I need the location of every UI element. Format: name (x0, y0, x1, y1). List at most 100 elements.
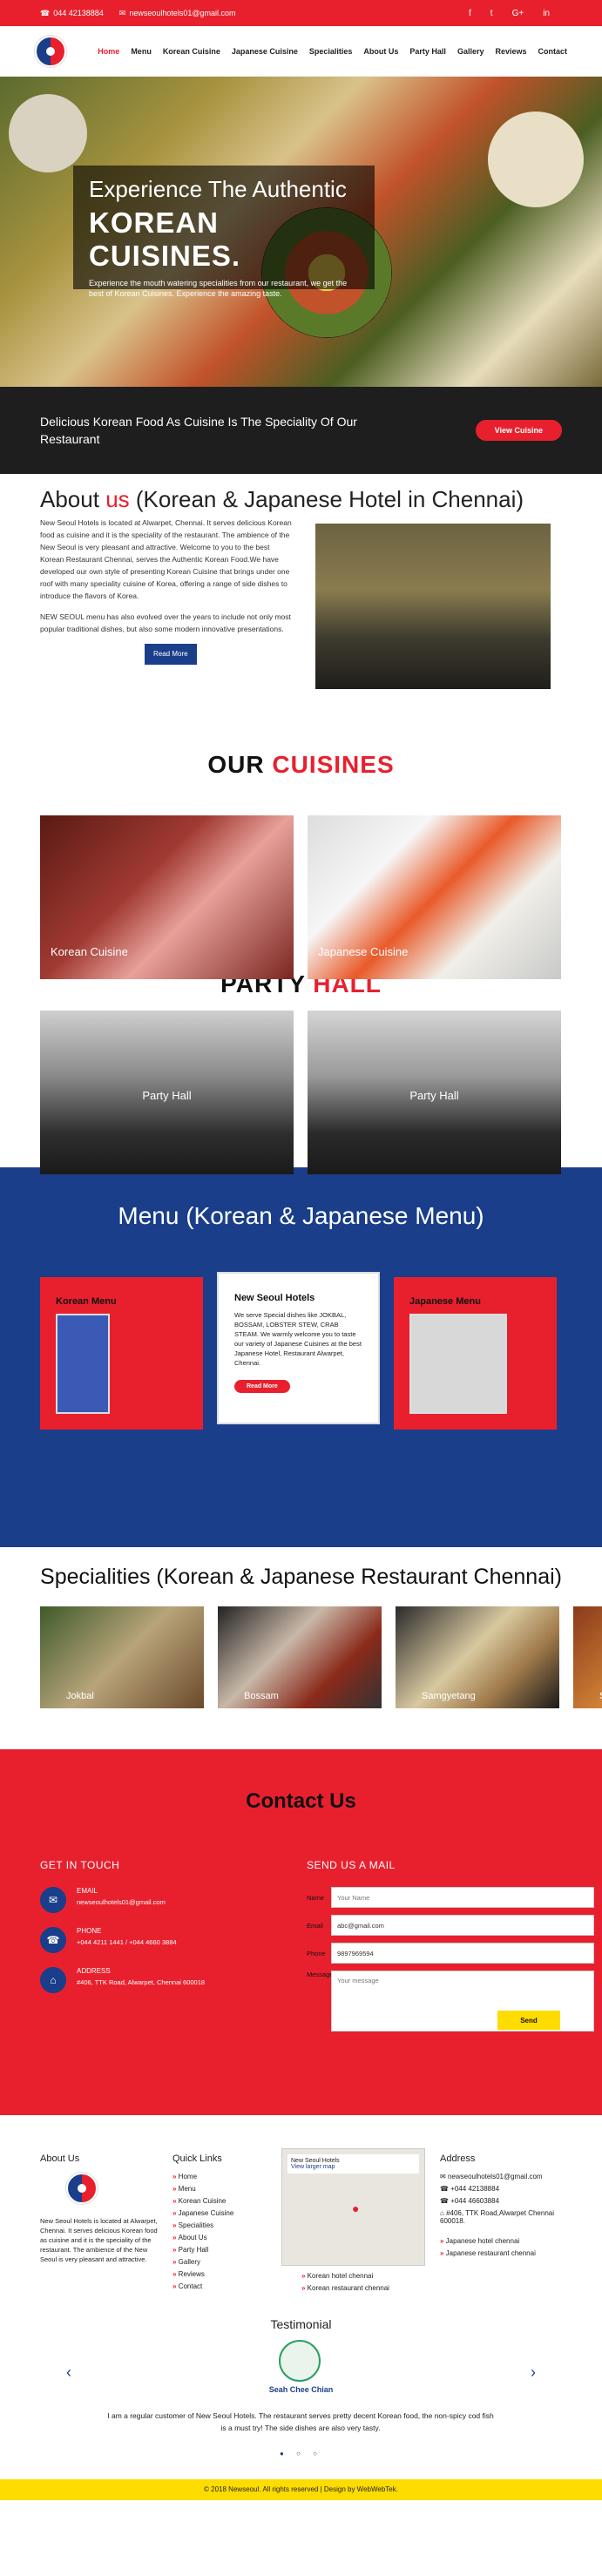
view-cuisine-button[interactable]: View Cuisine (475, 420, 562, 441)
japanese-menu-thumbnail[interactable] (409, 1314, 507, 1414)
nav-menu[interactable]: Menu (131, 47, 152, 56)
menu-section: Menu (Korean & Japanese Menu) Korean Men… (0, 1167, 602, 1547)
name-label: Name (307, 1893, 325, 1902)
nav-japanese-cuisine[interactable]: Japanese Cuisine (232, 47, 298, 56)
cta-banner: Delicious Korean Food As Cuisine Is The … (0, 387, 602, 474)
ql-specialities[interactable]: Specialities (172, 2221, 233, 2229)
link-japanese-restaurant[interactable]: Japanese restaurant chennai (440, 2249, 571, 2257)
mail-icon: ✉ (118, 8, 126, 17)
about-section: About us (Korean & Japanese Hotel in Che… (0, 474, 602, 751)
testimonial-title: Testimonial (270, 2317, 332, 2331)
info-card-text: We serve Special dishes like JOKBAL, BOS… (234, 1311, 362, 1367)
specialities-title: Specialities (Korean & Japanese Restaura… (40, 1565, 562, 1589)
footer-email: ✉ newseoulhotels01@gmail.com (440, 2173, 543, 2180)
phone-icon: ☎ (440, 2185, 451, 2193)
about-title-3: (Korean & Japanese Hotel in Chennai) (129, 486, 524, 512)
ql-gallery[interactable]: Gallery (172, 2258, 233, 2266)
korean-menu-thumbnail[interactable] (56, 1314, 110, 1414)
about-read-more-button[interactable]: Read More (145, 644, 197, 665)
avatar (279, 2340, 321, 2382)
email-label: Email (307, 1921, 323, 1930)
prev-arrow-icon[interactable]: ‹ (66, 2363, 71, 2382)
about-title-2: us (105, 486, 130, 512)
party-hall-card-2[interactable]: Party Hall (308, 1011, 561, 1174)
korean-menu-card[interactable]: Korean Menu (40, 1277, 203, 1430)
footer-quick-links: Quick Links Home Menu Korean Cuisine Jap… (172, 2153, 233, 2295)
speciality-label: Jokbal (66, 1691, 94, 1701)
nav-gallery[interactable]: Gallery (457, 47, 484, 56)
about-title: About us (Korean & Japanese Hotel in Che… (40, 486, 562, 513)
speciality-card-partial[interactable]: Se (573, 1606, 602, 1708)
card-label: Japanese Cuisine (318, 945, 409, 958)
testimonial-name: Seah Chee Chian (268, 2385, 334, 2394)
google-plus-icon[interactable]: G+ (512, 9, 524, 18)
ql-contact[interactable]: Contact (172, 2282, 233, 2290)
nav-contact[interactable]: Contact (538, 47, 568, 56)
link-korean-restaurant[interactable]: Korean restaurant chennai (301, 2284, 389, 2292)
address-label: ADDRESS (77, 1967, 111, 1975)
specialities-section: Specialities (Korean & Japanese Restaura… (0, 1547, 602, 1749)
name-input[interactable] (331, 1887, 594, 1908)
hero-line2: KOREAN CUISINES. (89, 206, 241, 272)
home-icon: ⌂ (40, 1967, 66, 1993)
cuisines-title-2: CUISINES (272, 751, 395, 778)
linkedin-icon[interactable]: in (543, 9, 550, 18)
nav-home[interactable]: Home (98, 47, 119, 56)
hero-line1: Experience The Authentic (89, 176, 347, 202)
footer-about: About Us New Seoul Hotels is located at … (40, 2153, 158, 2264)
nav-about-us[interactable]: About Us (363, 47, 398, 56)
phone-input[interactable] (331, 1943, 594, 1964)
email-contact: ✉ newseoulhotels01@gmail.com (119, 9, 236, 18)
ql-japanese-cuisine[interactable]: Japanese Cuisine (172, 2209, 234, 2217)
card-label: Korean Cuisine (51, 945, 128, 958)
ql-about-us[interactable]: About Us (172, 2234, 233, 2241)
logo[interactable] (35, 35, 66, 67)
phone-icon: ☎ (40, 8, 51, 17)
korean-cuisine-card[interactable]: Korean Cuisine (40, 815, 294, 979)
contact-section: Contact Us GET IN TOUCH ✉ EMAIL newseoulho… (0, 1749, 602, 2115)
restaurant-interior-image (315, 524, 551, 689)
twitter-icon[interactable]: t (490, 9, 493, 18)
speciality-card-jokbal[interactable]: Jokbal (40, 1606, 204, 1708)
nav-reviews[interactable]: Reviews (495, 47, 526, 56)
ql-reviews[interactable]: Reviews (172, 2270, 233, 2278)
sam-heading: SEND US A MAIL (307, 1859, 396, 1871)
speciality-card-samgyetang[interactable]: Samgyetang (396, 1606, 559, 1708)
email-input[interactable] (331, 1915, 594, 1936)
send-button[interactable]: Send (497, 2011, 560, 2030)
address-title: Address (440, 2153, 476, 2164)
link-korean-hotel[interactable]: Korean hotel chennai (301, 2272, 389, 2280)
map-info-box: New Seoul Hotels View larger map (287, 2154, 419, 2174)
main-menu: Home Menu Korean Cuisine Japanese Cuisin… (98, 47, 567, 56)
facebook-icon[interactable]: f (469, 9, 471, 18)
party-hall-card-1[interactable]: Party Hall (40, 1011, 294, 1174)
ql-menu[interactable]: Menu (172, 2185, 233, 2193)
link-japanese-hotel[interactable]: Japanese hotel chennai (440, 2237, 571, 2245)
hero-desc: Experience the mouth watering specialiti… (89, 279, 348, 298)
google-map[interactable]: New Seoul Hotels View larger map ● (281, 2148, 425, 2266)
footer-about-text: New Seoul Hotels is located at Alwarpet,… (40, 2217, 158, 2263)
email-text: newseoulhotels01@gmail.com (129, 9, 236, 17)
map-link[interactable]: View larger map (291, 2164, 416, 2170)
menu-read-more-button[interactable]: Read More (234, 1380, 290, 1393)
nav-korean-cuisine[interactable]: Korean Cuisine (163, 47, 220, 56)
carousel-dots[interactable]: ● ○ ○ (0, 2450, 602, 2458)
message-label: Message (307, 1971, 334, 1978)
japanese-menu-card[interactable]: Japanese Menu (394, 1277, 557, 1430)
nav-party-hall[interactable]: Party Hall (409, 47, 446, 56)
footer-addr: ⌂ #406, TTK Road,Alwarpet Chennai 600018… (440, 2209, 554, 2225)
ql-party-hall[interactable]: Party Hall (172, 2246, 233, 2254)
footer-phone2: ☎ +044 46603884 (440, 2197, 500, 2205)
ql-korean-cuisine[interactable]: Korean Cuisine (172, 2197, 233, 2205)
testimonial-body: I am a regular customer of New Seoul Hot… (0, 2410, 602, 2479)
next-arrow-icon[interactable]: › (531, 2363, 536, 2382)
social-links: f t G+ in (469, 9, 562, 18)
nav-specialities[interactable]: Specialities (309, 47, 353, 56)
japanese-cuisine-card[interactable]: Japanese Cuisine (308, 815, 561, 979)
new-seoul-info-card: New Seoul Hotels We serve Special dishes… (217, 1272, 380, 1424)
speciality-card-bossam[interactable]: Bossam (218, 1606, 382, 1708)
phone-value: +044 4211 1441 / +044 4660 3884 (77, 1938, 177, 1946)
ql-home[interactable]: Home (172, 2173, 233, 2180)
phone-text: 044 42138884 (53, 9, 104, 17)
phone-icon: ☎ (440, 2197, 451, 2205)
